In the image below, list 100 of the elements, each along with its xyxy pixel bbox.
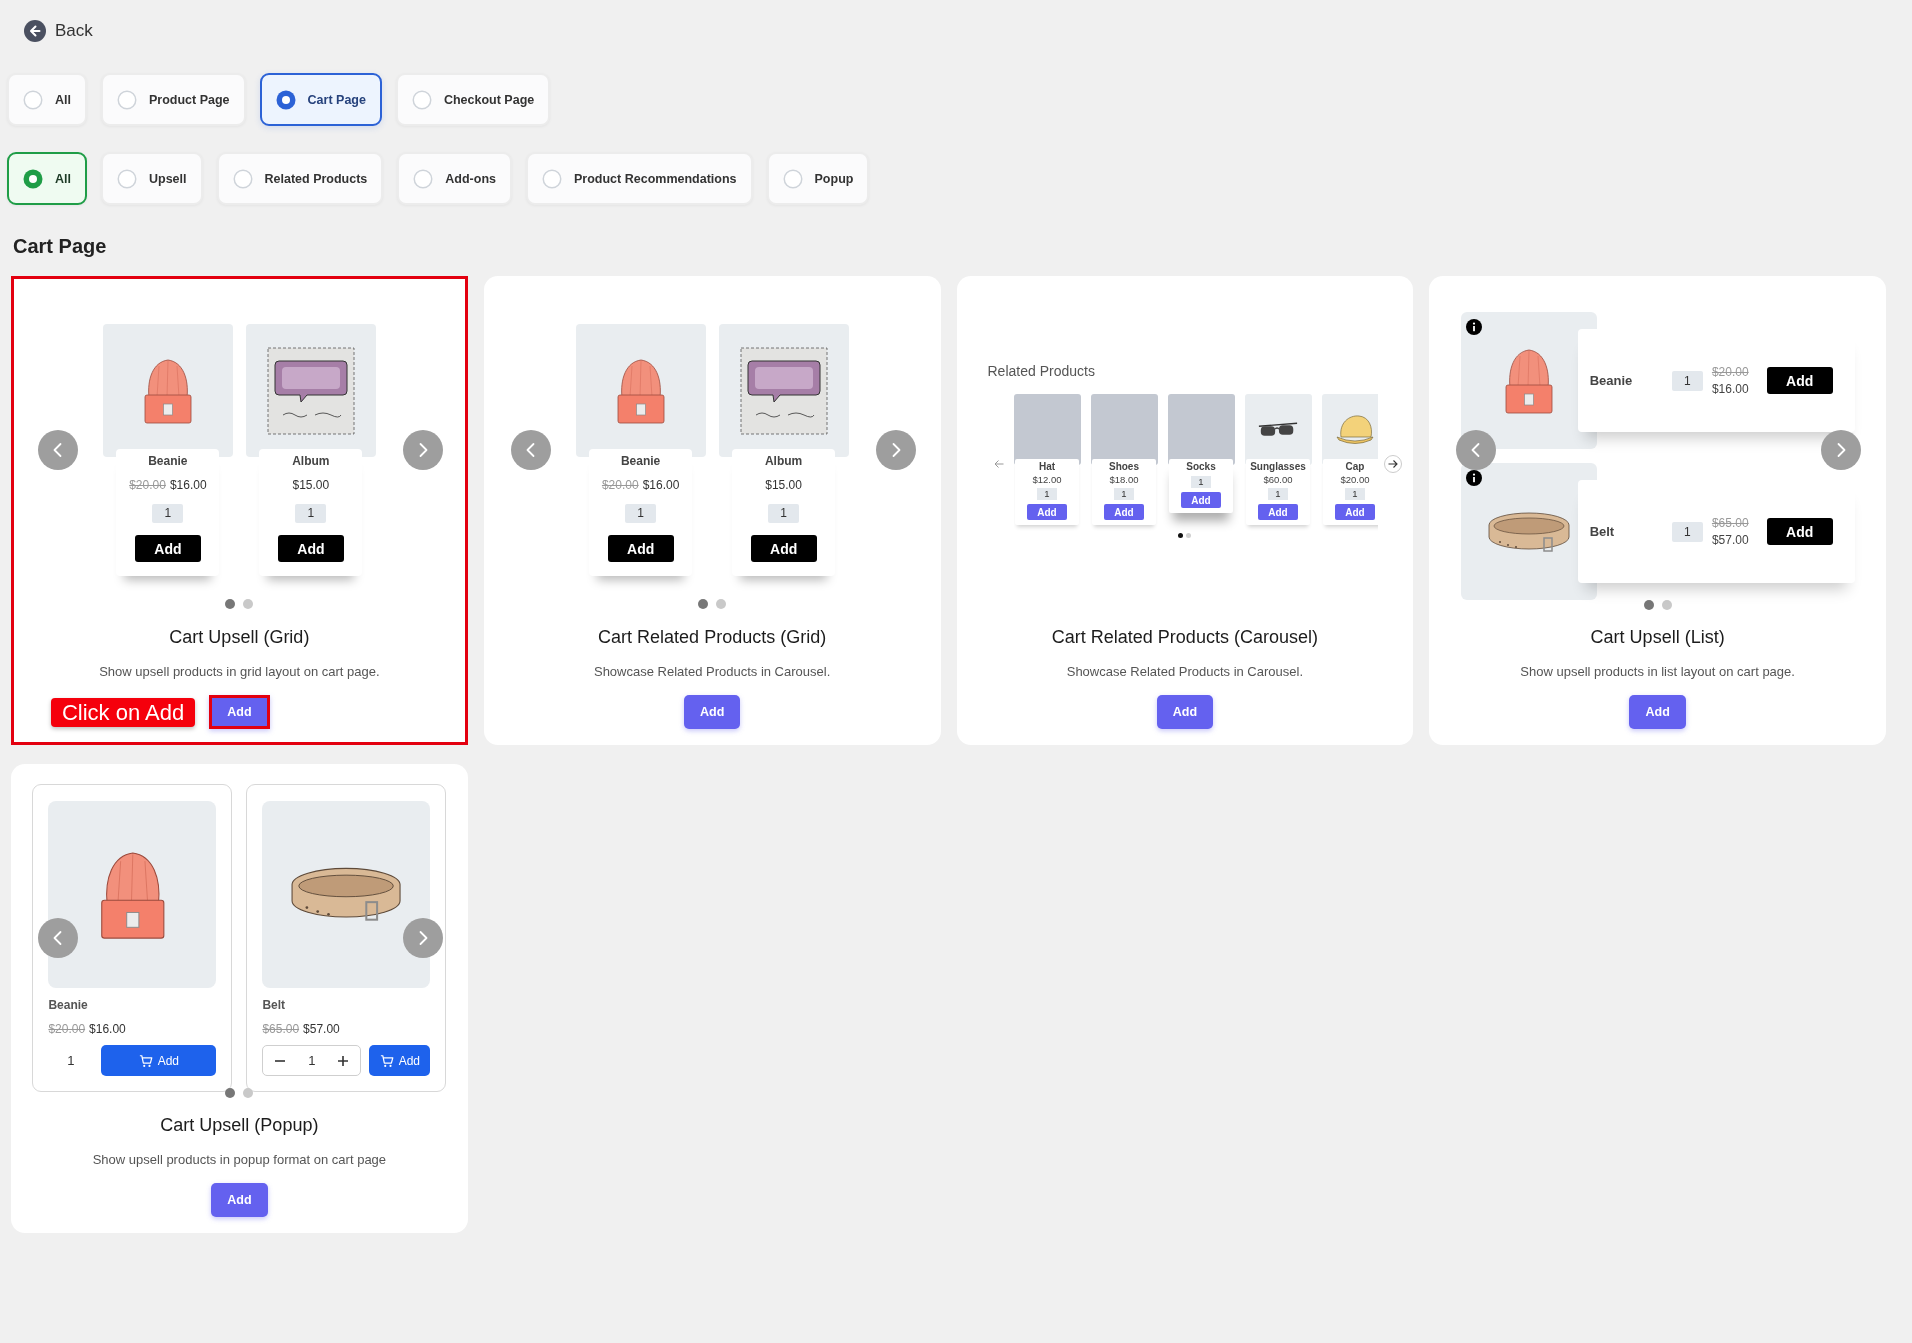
carousel-dot-icon[interactable] [243, 1088, 254, 1098]
filter-option[interactable]: Related Products [216, 152, 384, 205]
quantity-field[interactable]: 1 [48, 1045, 94, 1076]
chevron-left-icon[interactable] [38, 918, 78, 958]
quantity-field[interactable]: 1 [1345, 488, 1365, 500]
quantity-stepper[interactable]: 1 [262, 1045, 362, 1076]
card-title: Cart Upsell (Grid) [169, 626, 310, 649]
section-heading: Cart Page [13, 234, 107, 258]
carousel-dot-icon[interactable] [1178, 533, 1184, 538]
radio-icon[interactable] [232, 168, 253, 189]
chevron-right-icon[interactable] [875, 430, 916, 470]
card-description: Showcase Related Products in Carousel. [1066, 663, 1303, 681]
quantity-value: 1 [308, 1053, 316, 1068]
chevron-left-icon[interactable] [38, 430, 78, 470]
filter-option[interactable]: Product Page [101, 73, 246, 126]
cart-icon [138, 1053, 153, 1068]
product-name: Album [292, 453, 330, 469]
quantity-field[interactable]: 1 [152, 504, 184, 523]
filter-option[interactable]: All [7, 73, 87, 126]
card-description: Show upsell products in popup format on cart page [92, 1151, 387, 1169]
sale-price: $57.00 [303, 1021, 340, 1037]
quantity-field[interactable]: 1 [1037, 488, 1057, 500]
product-price: $20.00 [1340, 474, 1370, 485]
quantity-field[interactable]: 1 [1191, 476, 1211, 488]
add-to-cart-button[interactable]: Add [1181, 492, 1221, 508]
carousel-dot-icon[interactable] [225, 599, 236, 609]
arrow-left-icon[interactable] [993, 458, 1004, 469]
chevron-left-icon[interactable] [510, 430, 551, 470]
product-name: Hat [1038, 461, 1056, 473]
carousel-dot-icon[interactable] [1186, 533, 1192, 538]
card-description: Showcase Related Products in Carousel. [593, 663, 831, 681]
add-template-button[interactable]: Add [209, 695, 270, 729]
quantity-field[interactable]: 1 [768, 504, 800, 523]
radio-icon[interactable] [117, 168, 137, 189]
product-name: Beanie [148, 453, 188, 469]
chevron-right-icon[interactable] [402, 918, 443, 958]
product-price: $15.00 [292, 477, 330, 493]
carousel-dot-icon[interactable] [698, 599, 709, 609]
add-to-cart-button[interactable]: Add [1258, 504, 1298, 520]
chevron-right-icon[interactable] [402, 430, 443, 470]
carousel-dot-icon[interactable] [716, 599, 727, 609]
carousel-dot-icon[interactable] [1661, 600, 1672, 610]
quantity-field[interactable]: 1 [1671, 521, 1703, 542]
add-template-button[interactable]: Add [1629, 695, 1686, 729]
filter-option[interactable]: Popup [766, 152, 870, 205]
add-template-button[interactable]: Add [683, 695, 741, 729]
radio-icon[interactable] [117, 89, 137, 110]
add-to-cart-button[interactable]: Add [1766, 367, 1833, 394]
add-to-cart-button[interactable]: Add [750, 535, 817, 562]
card-description: Show upsell products in list layout on cart page. [1520, 663, 1795, 681]
add-to-cart-button[interactable]: Add [1766, 518, 1833, 545]
add-template-button[interactable]: Add [1156, 695, 1214, 729]
filter-option[interactable]: All [7, 152, 87, 205]
radio-icon[interactable] [411, 89, 432, 110]
add-to-cart-button[interactable]: Add [1027, 504, 1067, 520]
filter-option[interactable]: Upsell [101, 152, 203, 205]
info-icon[interactable] [1465, 319, 1482, 335]
radio-icon[interactable] [23, 89, 43, 110]
quantity-field[interactable]: 1 [1114, 488, 1134, 500]
sale-price: $57.00 [1711, 531, 1749, 549]
add-to-cart-button[interactable]: Add [101, 1045, 217, 1076]
sale-price: $16.00 [642, 477, 680, 493]
radio-icon[interactable] [782, 168, 803, 189]
add-template-button[interactable]: Add [211, 1183, 268, 1217]
carousel-dot-icon[interactable] [243, 599, 254, 609]
filter-option[interactable]: Add-ons [397, 152, 512, 205]
carousel-dot-icon[interactable] [1643, 600, 1654, 610]
radio-icon[interactable] [23, 168, 43, 189]
product-name: Beanie [620, 453, 661, 469]
quantity-field[interactable]: 1 [625, 504, 657, 523]
quantity-field[interactable]: 1 [295, 504, 327, 523]
arrow-right-icon[interactable] [1383, 454, 1402, 473]
back-link[interactable]: Back [24, 19, 93, 43]
add-to-cart-button[interactable]: Add [1104, 504, 1144, 520]
add-to-cart-button[interactable]: Add [134, 535, 201, 562]
product-name: Belt [1589, 524, 1616, 539]
filter-option[interactable]: Product Recommendations [526, 152, 753, 205]
quantity-field[interactable]: 1 [1671, 370, 1703, 391]
add-to-cart-button[interactable]: Add [277, 535, 344, 562]
card-title: Cart Upsell (List) [1590, 626, 1725, 649]
card-title: Cart Upsell (Popup) [160, 1114, 319, 1137]
product-name: Beanie [1589, 373, 1634, 388]
original-price: $65.00 [262, 1021, 300, 1037]
filter-option[interactable]: Cart Page [259, 73, 382, 126]
info-icon[interactable] [1465, 470, 1482, 486]
filter-option[interactable]: Checkout Page [395, 73, 551, 126]
product-price: $15.00 [765, 477, 802, 493]
radio-icon[interactable] [542, 168, 562, 189]
radio-icon[interactable] [275, 89, 296, 110]
chevron-right-icon[interactable] [1821, 430, 1861, 470]
product-price: $18.00 [1109, 474, 1139, 485]
product-name: Shoes [1109, 461, 1139, 473]
plus-icon[interactable] [336, 1053, 351, 1068]
quantity-field[interactable]: 1 [1268, 488, 1288, 500]
carousel-dot-icon[interactable] [225, 1088, 236, 1098]
radio-icon[interactable] [413, 168, 434, 189]
card-title: Cart Related Products (Grid) [598, 626, 827, 649]
add-to-cart-button[interactable]: Add [369, 1045, 431, 1076]
add-to-cart-button[interactable]: Add [607, 535, 674, 562]
add-to-cart-button[interactable]: Add [1335, 504, 1375, 520]
